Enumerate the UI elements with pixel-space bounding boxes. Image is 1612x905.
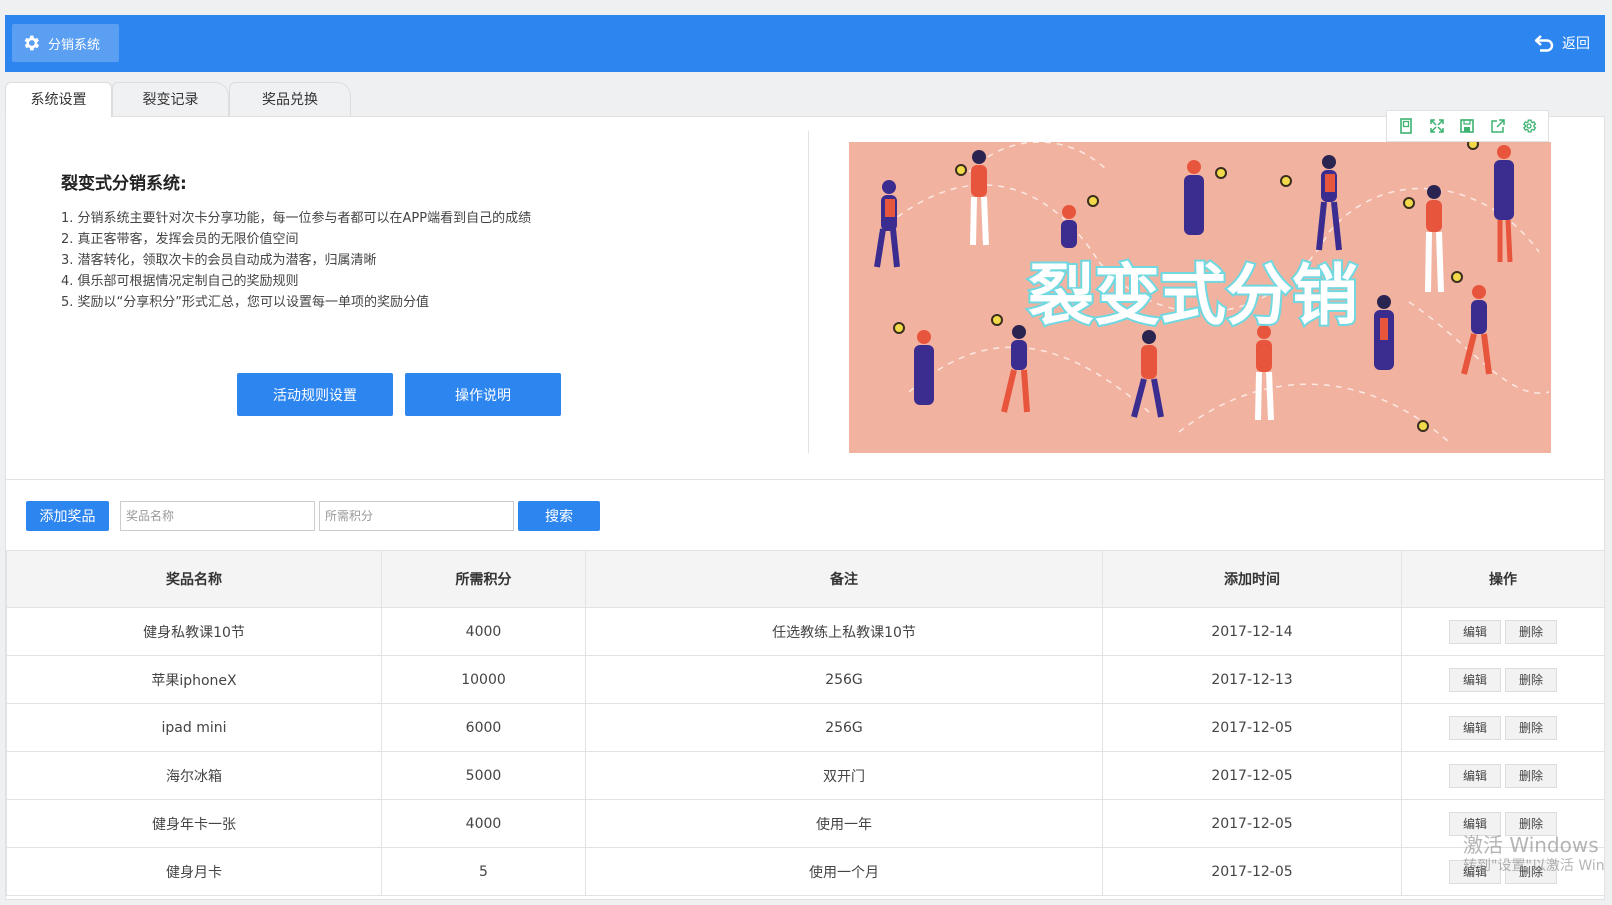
tab-system-settings[interactable]: 系统设置 [5,82,112,117]
cell-note: 使用一个月 [585,847,1103,896]
header-points: 所需积分 [381,550,586,608]
edit-button[interactable]: 编辑 [1449,667,1501,692]
back-arrow-icon [1534,35,1554,52]
cell-points: 5 [381,847,586,896]
cell-actions: 编辑 删除 [1401,703,1605,752]
add-prize-button[interactable]: 添加奖品 [26,501,109,531]
intro-item: 4. 俱乐部可根据情况定制自己的奖励规则 [61,274,299,289]
header-actions: 操作 [1401,550,1605,608]
edit-button[interactable]: 编辑 [1449,715,1501,740]
edit-button[interactable]: 编辑 [1449,619,1501,644]
image-toolbox [1386,110,1549,142]
cell-date: 2017-12-05 [1102,703,1402,752]
cell-note: 双开门 [585,751,1103,800]
cell-points: 4000 [381,799,586,848]
cell-actions: 编辑 删除 [1401,655,1605,704]
share-icon[interactable] [1487,115,1509,137]
header-prize-name: 奖品名称 [6,550,382,608]
windows-activation-watermark: 激活 Windows 转到"设置"以激活 Win [1463,834,1605,876]
cell-date: 2017-12-05 [1102,799,1402,848]
watermark-line1: 激活 Windows [1463,833,1599,857]
cell-date: 2017-12-05 [1102,751,1402,800]
table-row: 健身年卡一张 4000 使用一年 2017-12-05 编辑 删除 [6,799,1605,848]
cell-date: 2017-12-13 [1102,655,1402,704]
cell-note: 256G [585,655,1103,704]
gear-icon [24,35,40,51]
cell-prize-name: ipad mini [6,703,382,752]
search-button[interactable]: 搜索 [518,501,600,531]
intro-list: 1. 分销系统主要针对次卡分享功能，每一位参与者都可以在APP端看到自己的成绩 … [61,208,531,313]
cell-points: 5000 [381,751,586,800]
back-label: 返回 [1562,36,1590,52]
save-icon[interactable] [1456,115,1478,137]
main-panel: 裂变式分销系统: 1. 分销系统主要针对次卡分享功能，每一位参与者都可以在APP… [5,110,1605,900]
delete-button[interactable]: 删除 [1505,715,1557,740]
cell-prize-name: 海尔冰箱 [6,751,382,800]
table-row: 健身月卡 5 使用一个月 2017-12-05 编辑 删除 [6,847,1605,896]
banner-image: 裂变式分销 [849,142,1551,453]
cell-points: 6000 [381,703,586,752]
table-row: 健身私教课10节 4000 任选教练上私教课10节 2017-12-14 编辑删… [6,607,1605,656]
banner-illustration: 裂变式分销 [874,142,1550,443]
cell-prize-name: 健身月卡 [6,847,382,896]
back-button[interactable]: 返回 [1534,33,1590,53]
top-bar: 分销系统 返回 [5,15,1605,72]
table-row: ipad mini 6000 256G 2017-12-05 编辑 删除 [6,703,1605,752]
table-header-row: 奖品名称 所需积分 备注 添加时间 操作 [6,550,1605,608]
intro-item: 3. 潜客转化，领取次卡的会员自动成为潜客，归属清晰 [61,253,377,268]
delete-button[interactable]: 删除 [1505,667,1557,692]
delete-button[interactable]: 删除 [1505,763,1557,788]
intro-title: 裂变式分销系统: [61,174,187,194]
cell-points: 4000 [381,607,586,656]
cell-actions: 编辑 删除 [1401,751,1605,800]
watermark-line2: 转到"设置"以激活 Win [1463,858,1605,874]
cell-prize-name: 健身私教课10节 [6,607,382,656]
table-row: 海尔冰箱 5000 双开门 2017-12-05 编辑 删除 [6,751,1605,800]
header-added-time: 添加时间 [1102,550,1402,608]
edit-button[interactable]: 编辑 [1449,811,1501,836]
delete-button[interactable]: 删除 [1505,811,1557,836]
prize-name-input[interactable] [120,501,315,531]
cell-points: 10000 [381,655,586,704]
intro-item: 2. 真正客带客，发挥会员的无限价值空间 [61,232,299,247]
cell-date: 2017-12-14 [1102,607,1402,656]
activity-rules-button[interactable]: 活动规则设置 [237,373,393,416]
view-icon[interactable] [1395,115,1417,137]
points-input[interactable] [319,501,514,531]
app-brand-button[interactable]: 分销系统 [12,24,119,62]
cell-note: 使用一年 [585,799,1103,848]
cell-actions: 编辑 删除 [1401,607,1605,656]
edit-button[interactable]: 编辑 [1449,763,1501,788]
header-note: 备注 [585,550,1103,608]
cell-prize-name: 苹果iphoneX [6,655,382,704]
cell-date: 2017-12-05 [1102,847,1402,896]
cell-note: 任选教练上私教课10节 [585,607,1103,656]
delete-button[interactable]: 删除 [1505,619,1557,644]
app-title: 分销系统 [48,37,101,53]
tab-bar: 系统设置 裂变记录 奖品兑换 [5,82,1605,117]
vertical-divider [808,131,809,453]
section-divider [6,479,1604,480]
banner-title: 裂变式分销 [1028,257,1358,334]
table-row: 苹果iphoneX 10000 256G 2017-12-13 编辑 删除 [6,655,1605,704]
tab-fission-records[interactable]: 裂变记录 [112,82,229,117]
settings-icon[interactable] [1518,115,1540,137]
intro-section: 裂变式分销系统: 1. 分销系统主要针对次卡分享功能，每一位参与者都可以在APP… [61,169,531,313]
intro-item: 1. 分销系统主要针对次卡分享功能，每一位参与者都可以在APP端看到自己的成绩 [61,211,532,226]
cell-note: 256G [585,703,1103,752]
cell-prize-name: 健身年卡一张 [6,799,382,848]
tab-prize-exchange[interactable]: 奖品兑换 [229,82,351,117]
intro-item: 5. 奖励以“分享积分”形式汇总，您可以设置每一单项的奖励分值 [61,295,430,310]
fullscreen-icon[interactable] [1426,115,1448,137]
instructions-button[interactable]: 操作说明 [405,373,561,416]
prize-table: 奖品名称 所需积分 备注 添加时间 操作 健身私教课10节 4000 任选教练上… [6,550,1605,896]
